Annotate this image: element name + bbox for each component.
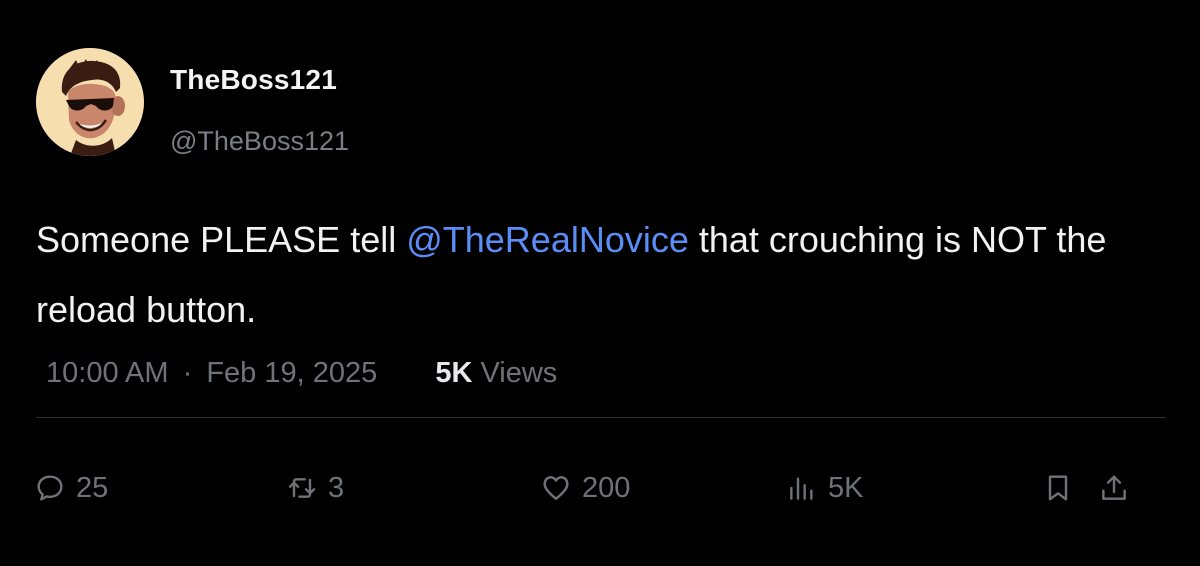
tweet-card: TheBoss121 @TheBoss121 Someone PLEASE te…: [0, 0, 1200, 566]
tweet-text-before: Someone PLEASE tell: [36, 219, 407, 260]
share-button[interactable]: [1098, 470, 1130, 506]
analytics-count: 5K: [828, 471, 864, 504]
user-handle[interactable]: @TheBoss121: [170, 126, 349, 157]
tweet-time[interactable]: 10:00 AM: [46, 357, 169, 389]
divider: [36, 417, 1166, 418]
reply-icon: [37, 475, 63, 501]
like-count: 200: [582, 471, 631, 504]
like-button[interactable]: 200: [540, 470, 630, 506]
views-label: Views: [472, 357, 558, 389]
share-icon: [1102, 475, 1126, 500]
reply-count: 25: [76, 471, 109, 504]
views-count: 5K: [435, 357, 473, 389]
bookmark-icon: [1048, 475, 1068, 501]
views-summary[interactable]: 5K Views: [435, 357, 557, 389]
retweet-icon: [288, 478, 316, 498]
mention-link[interactable]: @TheRealNovice: [406, 219, 689, 260]
retweet-button[interactable]: 3: [286, 470, 344, 506]
bookmark-button[interactable]: [1042, 470, 1074, 506]
tweet-text: Someone PLEASE tell @TheRealNovice that …: [36, 205, 1166, 345]
analytics-icon: [790, 477, 813, 500]
retweet-count: 3: [328, 471, 345, 504]
cartoon-face-icon: [36, 48, 144, 156]
meta-separator: ·: [182, 357, 193, 389]
heart-icon: [543, 476, 569, 500]
reply-button[interactable]: 25: [34, 470, 108, 506]
display-name[interactable]: TheBoss121: [170, 64, 337, 96]
avatar[interactable]: [36, 48, 144, 156]
tweet-meta: 10:00 AM · Feb 19, 2025 5K Views: [46, 357, 557, 390]
analytics-button[interactable]: 5K: [786, 470, 863, 506]
tweet-date[interactable]: Feb 19, 2025: [206, 357, 377, 389]
